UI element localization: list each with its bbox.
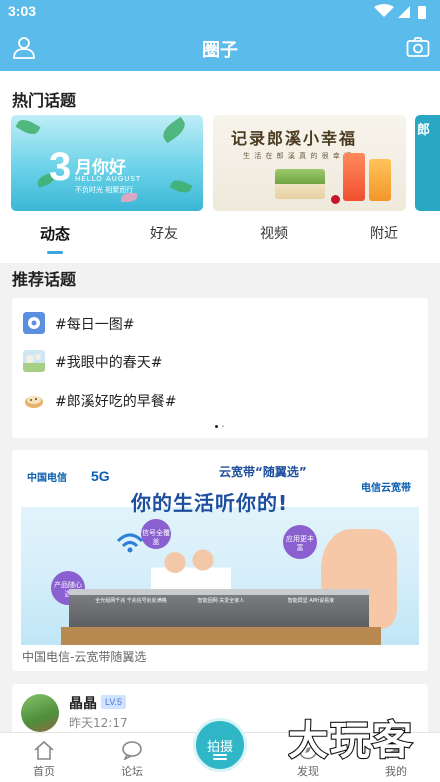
cake-image [275,169,325,199]
leaf-decoration [159,116,189,144]
banner-title: 郎 [417,123,431,138]
banner-title: 记录郎溪小幸福 [231,129,358,148]
wifi-icon [374,4,394,17]
ad-wood-board [61,627,381,645]
tab-dynamic[interactable]: 动态 [25,223,85,244]
top-bar: 3:03 圈子 [0,0,440,71]
recommended-topics-title: 推荐话题 [12,270,77,289]
ad-headline: 你的生活听你的! [131,491,289,515]
banner-sub: 不负时光 相聚而行 [75,186,134,194]
wifi-graphic [116,533,144,553]
pager-dots [215,425,227,429]
hot-topic-banner-happiness[interactable]: 记录郎溪小幸福 生 活 在 郎 溪 真 的 很 幸 福 [213,115,406,211]
nav-label: 首页 [33,765,55,778]
battery-icon [418,6,426,19]
ad-feature: 智能固网 关爱全家人 [197,598,245,604]
ad-feature: 全光组网千兆 千兆信号处处满格 [95,598,167,604]
ad-counter [69,589,369,629]
ad-5g-badge: 5G [91,468,110,484]
ad-caption: 中国电信-云宽带随翼选 [22,650,147,664]
hot-topics-section: 热门话题 3 月你好 HELLO AUGUST 不负时光 相聚而行 记录郎溪小幸… [0,71,440,263]
family-illustration [151,545,231,595]
feed-tabs: 动态 好友 视频 附近 [0,219,440,263]
topic-label: #每日一图# [55,317,135,333]
ad-bubble: 应用更丰富 [283,525,317,559]
banner-sub: 生 活 在 郎 溪 真 的 很 幸 福 [243,152,353,160]
hot-topics-title: 热门话题 [12,91,77,110]
spring-icon [23,350,45,372]
ad-feature: 智能屏显 AI听说看家 [287,598,335,604]
ad-card[interactable]: 中国电信 5G 电信云宽带 云宽带“随翼选” 你的生活听你的! 产品随心选 信号… [12,450,428,671]
nav-label: 我的 [385,765,407,778]
status-icons [374,4,426,19]
hot-topic-banner-march[interactable]: 3 月你好 HELLO AUGUST 不负时光 相聚而行 [11,115,203,211]
page-title: 圈子 [202,40,238,61]
tab-nearby[interactable]: 附近 [354,223,414,243]
chat-icon [122,741,142,760]
nav-home[interactable]: 首页 [14,733,74,782]
shoot-bar [213,754,227,756]
leaf-decoration [169,177,193,196]
recommended-topics-card: #每日一图# #我眼中的春天# #郎溪好吃的早餐# [12,298,428,438]
shoot-label: 拍摄 [206,740,233,755]
nav-label: 论坛 [121,765,143,778]
avatar[interactable] [21,694,59,732]
topic-label: #我眼中的春天# [55,355,163,371]
active-tab-indicator [47,251,63,254]
leaf-decoration [15,116,41,138]
juice-image [369,159,391,201]
camera-icon[interactable] [406,36,430,58]
ad-subtitle: 云宽带“随翼选” [219,465,307,479]
svg-text:大玩客: 大玩客 [288,718,414,764]
status-bar: 3:03 [0,0,440,24]
photo-icon [23,312,45,334]
tab-friends[interactable]: 好友 [134,223,194,243]
cherry-image [331,195,340,204]
post-time: 昨天12:17 [69,716,128,730]
signal-icon [398,6,410,18]
shoot-bar [213,758,227,760]
watermark-logo: 大玩客 [288,717,414,764]
banner-en: HELLO AUGUST [75,175,142,183]
nav-label: 发现 [297,765,319,778]
ad-logo: 中国电信 [27,473,67,484]
ad-brand: 电信云宽带 [361,483,411,494]
topic-item[interactable]: #每日一图# [23,311,323,335]
banner-big-number: 3 [49,145,72,189]
hot-topic-banner-partial[interactable]: 郎 [415,115,440,211]
nav-forum[interactable]: 论坛 [102,733,162,782]
home-icon [34,740,54,760]
topic-item[interactable]: #我眼中的春天# [23,349,323,373]
topic-item[interactable]: #郎溪好吃的早餐# [23,388,323,412]
juice-image [343,153,365,201]
tab-video[interactable]: 视频 [244,223,304,243]
breakfast-icon [23,389,45,411]
ad-image: 中国电信 5G 电信云宽带 云宽带“随翼选” 你的生活听你的! 产品随心选 信号… [21,459,419,645]
shoot-button[interactable]: 拍摄 [193,718,247,772]
user-level-badge: LV.5 [101,695,127,709]
topic-label: #郎溪好吃的早餐# [55,394,177,410]
post-username[interactable]: 晶晶 [69,693,97,713]
status-time: 3:03 [8,3,37,19]
